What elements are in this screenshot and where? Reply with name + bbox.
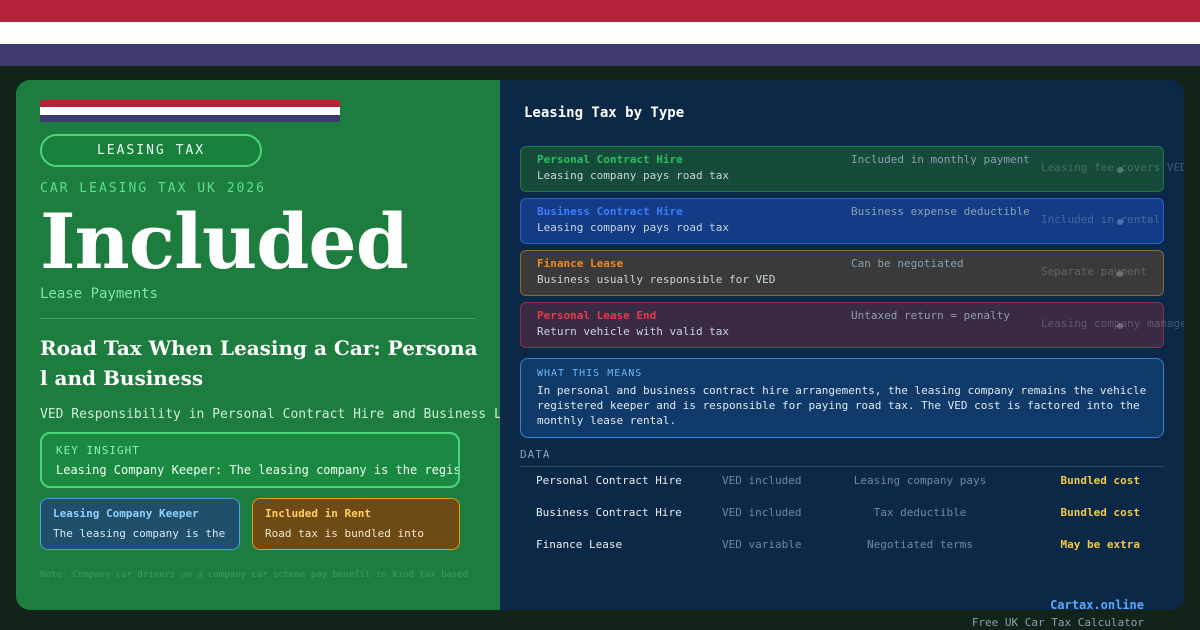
data-ved: VED variable	[722, 538, 802, 551]
dot-icon	[1117, 271, 1123, 277]
what-this-means-box: WHAT THIS MEANS In personal and business…	[520, 358, 1164, 438]
lease-type-row: Business Contract Hire Leasing company p…	[520, 198, 1164, 244]
footnote: Note: Company car drivers on a company c…	[40, 570, 469, 580]
leasing-keeper-box: Leasing Company Keeper The leasing compa…	[40, 498, 240, 550]
brand-tagline: Free UK Car Tax Calculator	[971, 616, 1144, 629]
included-rent-label: Included in Rent	[265, 507, 371, 520]
leasing-keeper-label: Leasing Company Keeper	[53, 507, 199, 520]
table-row: Business Contract Hire VED included Tax …	[520, 506, 1164, 526]
data-who: Negotiated terms	[867, 538, 973, 551]
what-this-means-label: WHAT THIS MEANS	[537, 368, 643, 379]
lease-type-name: Personal Contract Hire	[537, 153, 683, 166]
key-insight-box: KEY INSIGHT Leasing Company Keeper: The …	[40, 432, 460, 488]
key-insight-text: Leasing Company Keeper: The leasing comp…	[56, 463, 460, 477]
lease-type-detail: Leasing fee covers VED	[1041, 161, 1184, 174]
divider	[40, 318, 476, 319]
category-pill[interactable]: LEASING TAX	[40, 134, 262, 167]
content-card: LEASING TAX CAR LEASING TAX UK 2026 Incl…	[16, 80, 1184, 610]
lease-type-name: Finance Lease	[537, 257, 624, 270]
data-type: Finance Lease	[536, 538, 623, 551]
key-insight-label: KEY INSIGHT	[56, 444, 140, 457]
lease-type-desc: Leasing company pays road tax	[537, 221, 730, 234]
article-headline: Road Tax When Leasing a Car: Personal an…	[40, 336, 478, 390]
ved-subheading: VED Responsibility in Personal Contract …	[40, 407, 500, 422]
lease-type-row: Personal Lease End Return vehicle with v…	[520, 302, 1184, 348]
included-rent-text: Road tax is bundled into	[265, 527, 424, 540]
included-rent-box: Included in Rent Road tax is bundled int…	[252, 498, 460, 550]
lease-type-name: Personal Lease End	[537, 309, 657, 322]
hero-value: Included	[40, 197, 409, 286]
leasing-keeper-text: The leasing company is the	[53, 527, 226, 540]
data-cost: May be extra	[1060, 538, 1140, 551]
table-row: Finance Lease VED variable Negotiated te…	[520, 538, 1164, 558]
mini-flag-icon	[40, 100, 340, 122]
lease-type-desc: Leasing company pays road tax	[537, 169, 730, 182]
lease-type-note: Included in monthly payment	[851, 153, 1030, 166]
data-ved: VED included	[722, 474, 802, 487]
data-ved: VED included	[722, 506, 802, 519]
section-title: Leasing Tax by Type	[524, 105, 685, 121]
lease-type-note: Untaxed return = penalty	[851, 309, 1010, 322]
lease-type-detail: Included in rental	[1041, 213, 1161, 226]
lease-type-detail: Separate payment	[1041, 265, 1147, 278]
data-type: Business Contract Hire	[536, 506, 682, 519]
left-panel: LEASING TAX CAR LEASING TAX UK 2026 Incl…	[16, 80, 500, 610]
dot-icon	[1117, 323, 1123, 329]
data-type: Personal Contract Hire	[536, 474, 682, 487]
divider	[520, 466, 1164, 467]
dot-icon	[1117, 167, 1123, 173]
data-section-label: DATA	[520, 448, 551, 461]
data-who: Tax deductible	[873, 506, 967, 519]
dot-icon	[1117, 219, 1123, 225]
data-cost: Bundled cost	[1060, 474, 1140, 487]
lease-type-note: Can be negotiated	[851, 257, 964, 270]
lease-type-row: Finance Lease Business usually responsib…	[520, 250, 1164, 296]
page-subtitle: CAR LEASING TAX UK 2026	[40, 181, 267, 196]
hero-caption: Lease Payments	[40, 286, 159, 302]
table-row: Personal Contract Hire VED included Leas…	[520, 474, 1164, 494]
lease-type-desc: Business usually responsible for VED	[537, 273, 776, 286]
lease-type-note: Business expense deductible	[851, 205, 1030, 218]
data-cost: Bundled cost	[1060, 506, 1140, 519]
brand-name[interactable]: Cartax.online	[1050, 598, 1144, 610]
uk-flag-banner	[0, 0, 1200, 66]
data-who: Leasing company pays	[853, 474, 987, 487]
what-this-means-text: In personal and business contract hire a…	[537, 384, 1147, 427]
lease-type-desc: Return vehicle with valid tax	[537, 325, 730, 338]
lease-type-row: Personal Contract Hire Leasing company p…	[520, 146, 1184, 192]
lease-type-detail: Leasing company manages	[1041, 317, 1184, 330]
right-panel: Leasing Tax by Type Personal Contract Hi…	[500, 80, 1184, 610]
lease-type-name: Business Contract Hire	[537, 205, 683, 218]
